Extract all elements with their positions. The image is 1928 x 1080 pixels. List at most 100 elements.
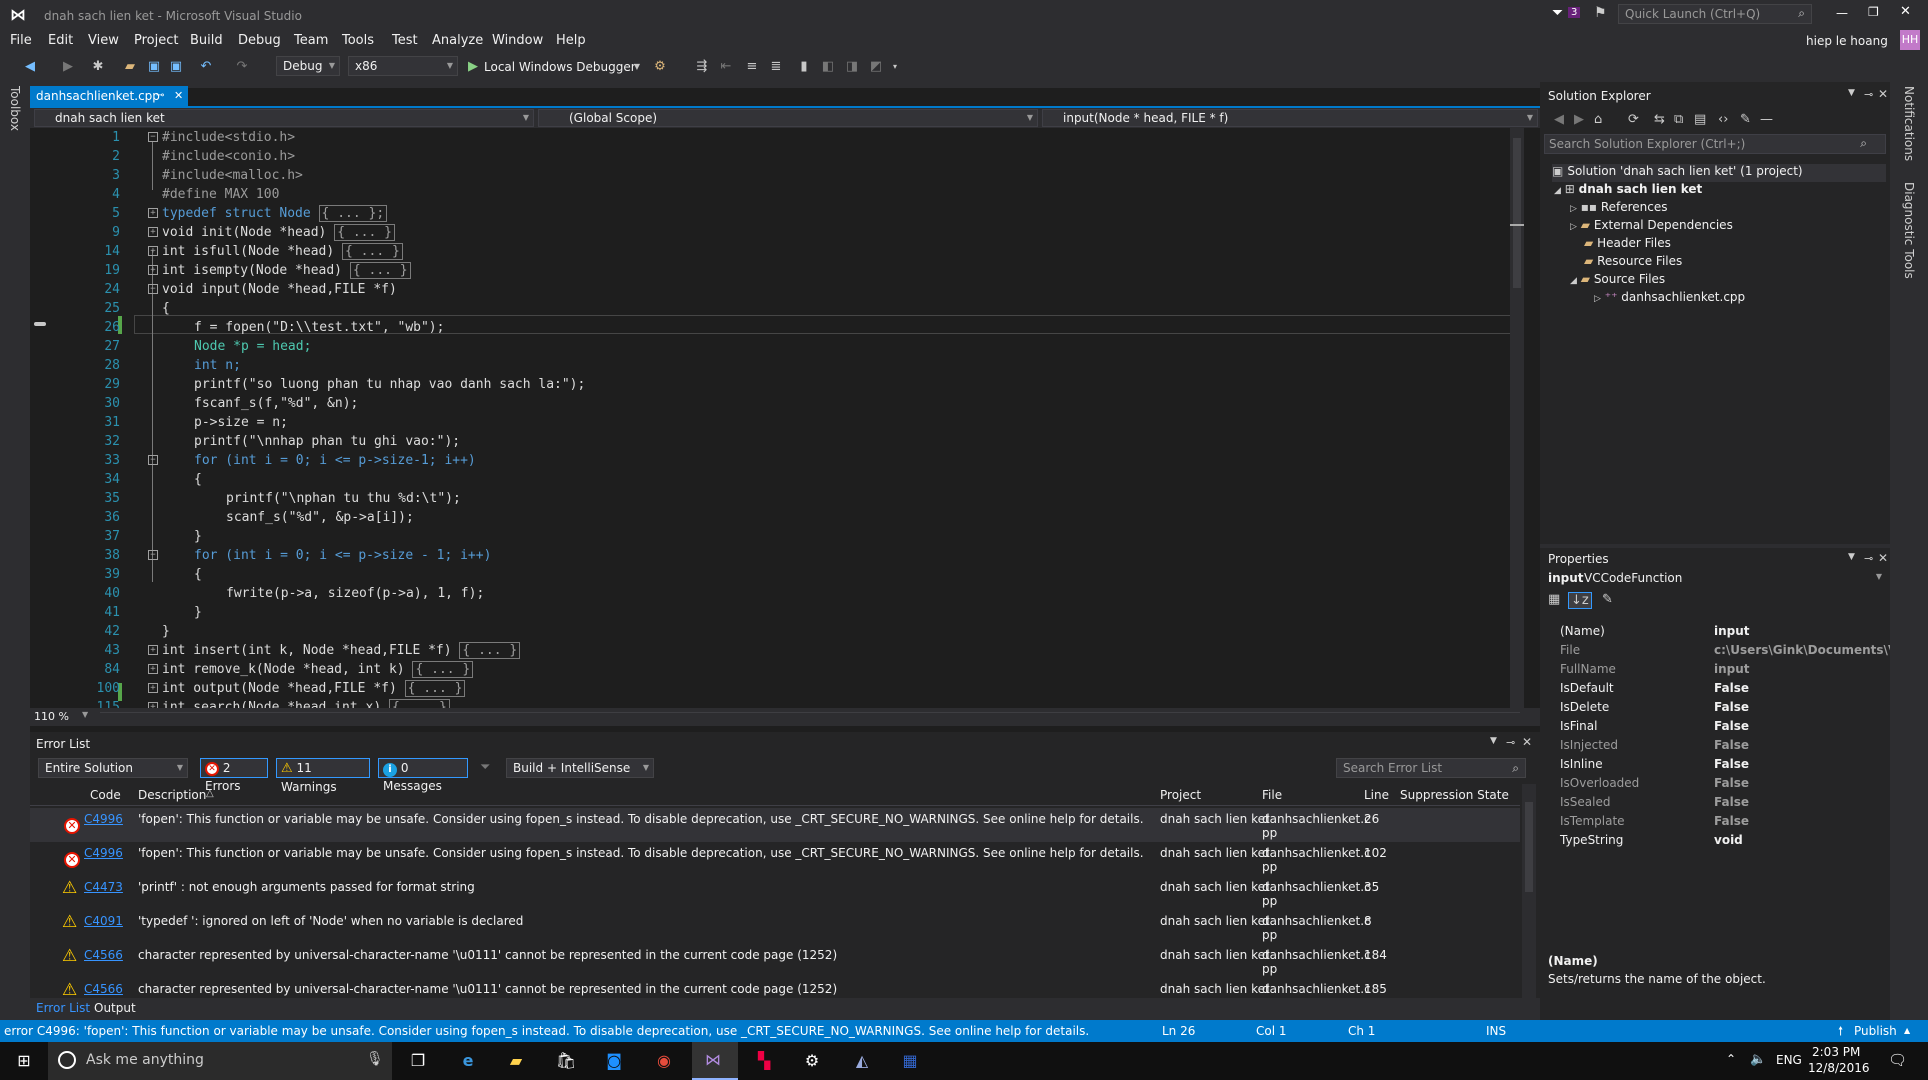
code-editor[interactable]: 1 − #include<stdio.h> 2 #include<conio.h… [30, 128, 1526, 708]
collapse-icon[interactable]: − [148, 284, 158, 294]
property-row[interactable]: TypeString void [1556, 831, 1890, 850]
forward-icon[interactable]: ▶ [60, 57, 76, 77]
redo-icon[interactable]: ↷ [234, 57, 250, 77]
undo-icon[interactable]: ↶ [198, 57, 214, 77]
document-tab[interactable]: danhsachlienket.cpp ⊸ ✕ [30, 86, 188, 106]
categorized-icon[interactable]: ▦ [1548, 592, 1560, 607]
menu-window[interactable]: Window [492, 33, 543, 48]
app-icon[interactable]: ▚ [752, 1050, 776, 1072]
property-row[interactable]: IsOverloaded False [1556, 774, 1890, 793]
collapsed-region[interactable]: { ... } [459, 642, 521, 659]
expanded-icon[interactable]: ◢ [1554, 186, 1561, 196]
tree-item-resource-files[interactable]: ▰ Resource Files [1584, 254, 1682, 268]
forward-icon[interactable]: ▶ [1574, 112, 1584, 127]
cortana-search[interactable]: Ask me anything 🎙 [48, 1042, 392, 1080]
warning-code-link[interactable]: C4473 [84, 880, 123, 894]
property-pages-icon[interactable]: ✎ [1602, 592, 1613, 607]
debugger-chevron-icon[interactable]: ▼ [632, 57, 642, 77]
zoom-level[interactable]: 110 % [34, 710, 69, 723]
pin-icon[interactable]: ⊸ [1506, 736, 1515, 749]
error-row[interactable]: ✕ C4996 'fopen': This function or variab… [30, 808, 1520, 842]
collapsed-region[interactable]: { ... } [334, 224, 395, 241]
input-language[interactable]: ENG [1776, 1053, 1802, 1067]
close-button[interactable]: ✕ [1900, 4, 1911, 19]
home-icon[interactable]: ⌂ [1594, 112, 1602, 127]
next-bookmark-icon[interactable]: ◨ [844, 57, 860, 77]
save-all-icon[interactable]: ▣ [168, 57, 184, 77]
visual-studio-taskbar[interactable]: ⋈ [692, 1042, 738, 1080]
sync-icon[interactable]: ⟳ [1628, 112, 1639, 127]
tree-item-project[interactable]: ◢ ⊞ dnah sach lien ket [1554, 182, 1702, 196]
errors-filter-button[interactable]: ✕ 2 Errors [200, 758, 268, 793]
back-icon[interactable]: ◀ [22, 57, 38, 77]
property-row[interactable]: IsDefault False [1556, 679, 1890, 698]
platform-dropdown[interactable]: x86 ▼ [348, 56, 458, 76]
menu-edit[interactable]: Edit [48, 33, 73, 48]
restore-button[interactable]: ❐ [1868, 5, 1879, 19]
preview-icon[interactable]: — [1760, 112, 1773, 127]
warning-code-link[interactable]: C4566 [84, 948, 123, 962]
app-icon[interactable]: ◭ [850, 1050, 874, 1072]
pin-icon[interactable]: ⊸ [1864, 88, 1873, 101]
warning-row[interactable]: ⚠ C4091 'typedef ': ignored on left of '… [30, 910, 1520, 944]
warning-code-link[interactable]: C4091 [84, 914, 123, 928]
menu-team[interactable]: Team [294, 33, 328, 48]
open-file-icon[interactable]: ▰ [122, 57, 138, 77]
column-description[interactable]: Description [138, 788, 206, 802]
warnings-filter-button[interactable]: ⚠ 11 Warnings [276, 758, 370, 794]
scope-dropdown[interactable]: (Global Scope) ▼ [538, 109, 1038, 127]
panel-menu-icon[interactable]: ▼ [1848, 552, 1855, 562]
property-row[interactable]: IsSealed False [1556, 793, 1890, 812]
filter-icon[interactable]: ⏷ [480, 760, 490, 775]
tree-item-external-deps[interactable]: ▷ ▰ External Dependencies [1570, 218, 1733, 232]
expand-icon[interactable]: + [148, 683, 158, 693]
chevron-up-icon[interactable]: ▲ [1904, 1020, 1910, 1042]
menu-build[interactable]: Build [190, 33, 223, 48]
collapsed-icon[interactable]: ▷ [1570, 222, 1577, 232]
action-center-icon[interactable]: 🗨 [1888, 1051, 1907, 1069]
editor-scrollbar[interactable] [1510, 128, 1524, 708]
show-all-icon[interactable]: ▤ [1694, 112, 1706, 127]
clear-bookmarks-icon[interactable]: ◩ [868, 57, 884, 77]
expand-icon[interactable]: + [148, 645, 158, 655]
collapse-all-icon[interactable]: ⧉ [1674, 112, 1683, 127]
bookmark-icon[interactable]: ▮ [796, 57, 812, 77]
collapsed-region[interactable]: { ... } [342, 243, 403, 260]
error-code-link[interactable]: C4996 [84, 846, 123, 860]
scrollbar-thumb[interactable] [1513, 138, 1521, 288]
steam-icon[interactable]: ⚙ [800, 1050, 824, 1072]
notifications-tab[interactable]: Notifications [1902, 86, 1916, 161]
back-icon[interactable]: ◀ [1554, 112, 1564, 127]
pin-icon[interactable]: ⊸ [156, 86, 164, 106]
toolbar-options-icon[interactable]: ▾ [890, 57, 900, 77]
quick-launch[interactable]: Quick Launch (Ctrl+Q) ⌕ [1618, 4, 1812, 24]
chevron-down-icon[interactable]: ▼ [82, 710, 88, 719]
app-icon[interactable]: ◙ [602, 1050, 626, 1072]
menu-view[interactable]: View [88, 33, 119, 48]
tab-output[interactable]: Output [94, 1001, 136, 1015]
collapse-icon[interactable]: − [148, 455, 158, 465]
collapsed-region[interactable]: { ... } [404, 680, 466, 697]
collapsed-region[interactable]: { ... } [388, 699, 450, 708]
collapsed-region[interactable]: { ... }; [318, 205, 388, 222]
panel-menu-icon[interactable]: ▼ [1848, 88, 1855, 98]
toolbox-tab[interactable]: Toolbox [8, 86, 22, 131]
menu-project[interactable]: Project [134, 33, 178, 48]
tree-item-cpp-file[interactable]: ▷ ⁺⁺ danhsachlienket.cpp [1594, 290, 1745, 304]
tree-item-references[interactable]: ▷ ▪▪ References [1570, 200, 1668, 214]
tree-item-header-files[interactable]: ▰ Header Files [1584, 236, 1671, 250]
edge-icon[interactable]: e [456, 1050, 480, 1072]
column-line[interactable]: Line [1364, 788, 1389, 802]
tree-item-solution[interactable]: ▣ Solution 'dnah sach lien ket' (1 projec… [1552, 164, 1886, 182]
properties-icon[interactable]: ✎ [1740, 112, 1751, 127]
scrollbar-thumb[interactable] [1525, 802, 1533, 892]
menu-help[interactable]: Help [556, 33, 586, 48]
close-icon[interactable]: ✕ [1878, 551, 1888, 565]
feedback-icon[interactable]: ⚑ [1594, 5, 1607, 21]
step-icon[interactable]: ⇶ [694, 57, 710, 77]
windows-start-icon[interactable]: ⊞ [12, 1050, 36, 1072]
project-dropdown[interactable]: dnah sach lien ket ▼ [34, 109, 534, 127]
expanded-icon[interactable]: ◢ [1570, 276, 1577, 286]
uncomment-icon[interactable]: ≣ [768, 57, 784, 77]
property-row[interactable]: FullName input [1556, 660, 1890, 679]
